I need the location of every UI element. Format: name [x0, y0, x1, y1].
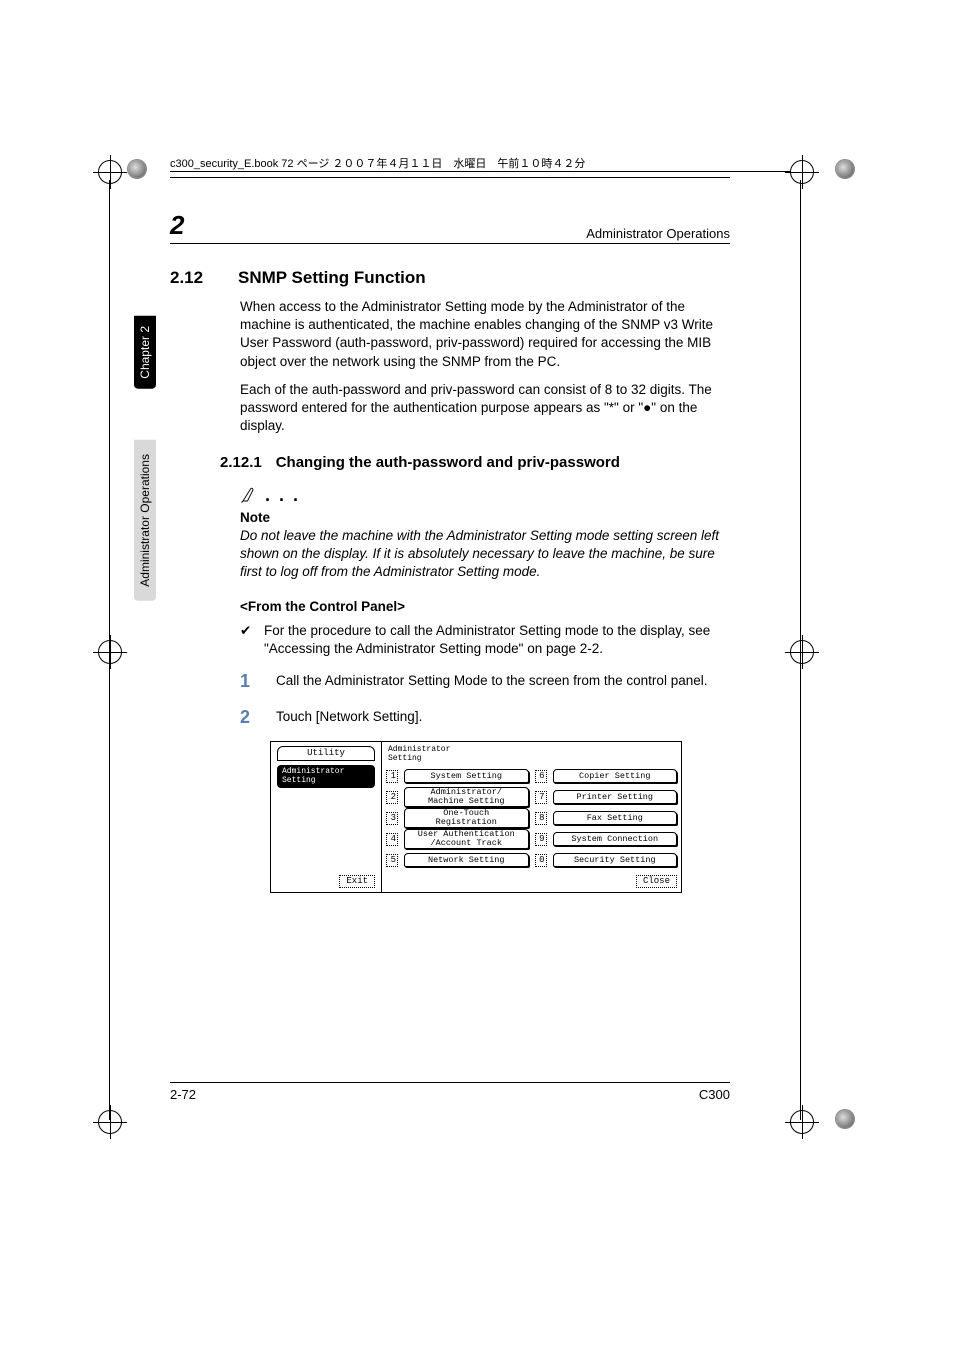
check-bullet: ✔ For the procedure to call the Administ… — [240, 622, 730, 658]
settings-grid: 1 System Setting 6 Copier Setting 2 Admi… — [386, 767, 677, 869]
device-screenshot: Utility Administrator Setting Exit Admin… — [270, 741, 682, 893]
bullet-text: For the procedure to call the Administra… — [264, 622, 730, 658]
step-text: Touch [Network Setting]. — [276, 705, 730, 729]
section-number: 2.12 — [170, 268, 220, 288]
panel-title: Administrator Setting — [388, 746, 677, 763]
corner-dot — [836, 160, 854, 178]
note-heading: Note — [240, 510, 730, 525]
subsection-heading: 2.12.1 Changing the auth-password and pr… — [220, 454, 730, 471]
section-paragraph: When access to the Administrator Setting… — [240, 298, 730, 371]
item-number: 4 — [386, 833, 398, 846]
screenshot-left-column: Utility Administrator Setting Exit — [271, 742, 382, 892]
book-header: c300_security_E.book 72 ページ ２００７年４月１１日 水… — [170, 155, 730, 177]
copier-setting-button[interactable]: Copier Setting — [553, 769, 678, 783]
system-connection-button[interactable]: System Connection — [553, 832, 678, 846]
item-number: 2 — [386, 791, 398, 804]
running-head: 2 Administrator Operations — [170, 210, 730, 244]
one-touch-registration-button[interactable]: One-Touch Registration — [404, 808, 529, 829]
admin-machine-setting-button[interactable]: Administrator/ Machine Setting — [404, 787, 529, 808]
step-text: Call the Administrator Setting Mode to t… — [276, 669, 730, 693]
user-auth-account-track-button[interactable]: User Authentication /Account Track — [404, 829, 529, 850]
item-number: 0 — [535, 854, 547, 867]
section-heading: 2.12 SNMP Setting Function — [170, 268, 730, 288]
registration-mark — [98, 1110, 122, 1134]
fax-setting-button[interactable]: Fax Setting — [553, 811, 678, 825]
item-number: 5 — [386, 854, 398, 867]
registration-mark — [790, 160, 814, 184]
item-number: 3 — [386, 812, 398, 825]
page-number: 2-72 — [170, 1087, 196, 1102]
page-footer: 2-72 C300 — [170, 1082, 730, 1102]
page-body: c300_security_E.book 72 ページ ２００７年４月１１日 水… — [170, 155, 730, 893]
step-number: 2 — [240, 705, 254, 729]
tab-utility[interactable]: Utility — [277, 746, 375, 761]
registration-mark — [790, 640, 814, 664]
note-icon: . . . — [240, 485, 300, 505]
item-number: 9 — [535, 833, 547, 846]
section-title: SNMP Setting Function — [238, 268, 426, 288]
network-setting-button[interactable]: Network Setting — [404, 853, 529, 867]
corner-dot — [128, 160, 146, 178]
book-header-rule — [170, 177, 730, 178]
exit-button[interactable]: Exit — [339, 875, 375, 888]
registration-mark — [98, 160, 122, 184]
model-name: C300 — [699, 1087, 730, 1102]
tab-admin-setting[interactable]: Administrator Setting — [277, 765, 375, 788]
chapter-number: 2 — [170, 210, 184, 241]
registration-mark — [790, 1110, 814, 1134]
subsection-number: 2.12.1 — [220, 454, 262, 471]
subsection-title: Changing the auth-password and priv-pass… — [276, 454, 620, 471]
panel-header: <From the Control Panel> — [240, 599, 730, 614]
system-setting-button[interactable]: System Setting — [404, 769, 529, 783]
note-block: . . . Note Do not leave the machine with… — [240, 485, 730, 582]
item-number: 8 — [535, 812, 547, 825]
security-setting-button[interactable]: Security Setting — [553, 853, 678, 867]
registration-mark — [98, 640, 122, 664]
item-number: 7 — [535, 791, 547, 804]
item-number: 1 — [386, 770, 398, 783]
side-tab-section: Administrator Operations — [134, 440, 156, 601]
close-button[interactable]: Close — [636, 875, 677, 888]
item-number: 6 — [535, 770, 547, 783]
step-2: 2 Touch [Network Setting]. — [240, 705, 730, 729]
screenshot-right-column: Administrator Setting 1 System Setting 6… — [382, 742, 681, 892]
step-number: 1 — [240, 669, 254, 693]
corner-dot — [836, 1110, 854, 1128]
check-icon: ✔ — [240, 622, 254, 658]
section-paragraph: Each of the auth-password and priv-passw… — [240, 381, 730, 436]
note-body: Do not leave the machine with the Admini… — [240, 527, 730, 582]
step-1: 1 Call the Administrator Setting Mode to… — [240, 669, 730, 693]
chapter-title: Administrator Operations — [586, 226, 730, 241]
side-tab-chapter: Chapter 2 — [134, 316, 156, 389]
printer-setting-button[interactable]: Printer Setting — [553, 790, 678, 804]
